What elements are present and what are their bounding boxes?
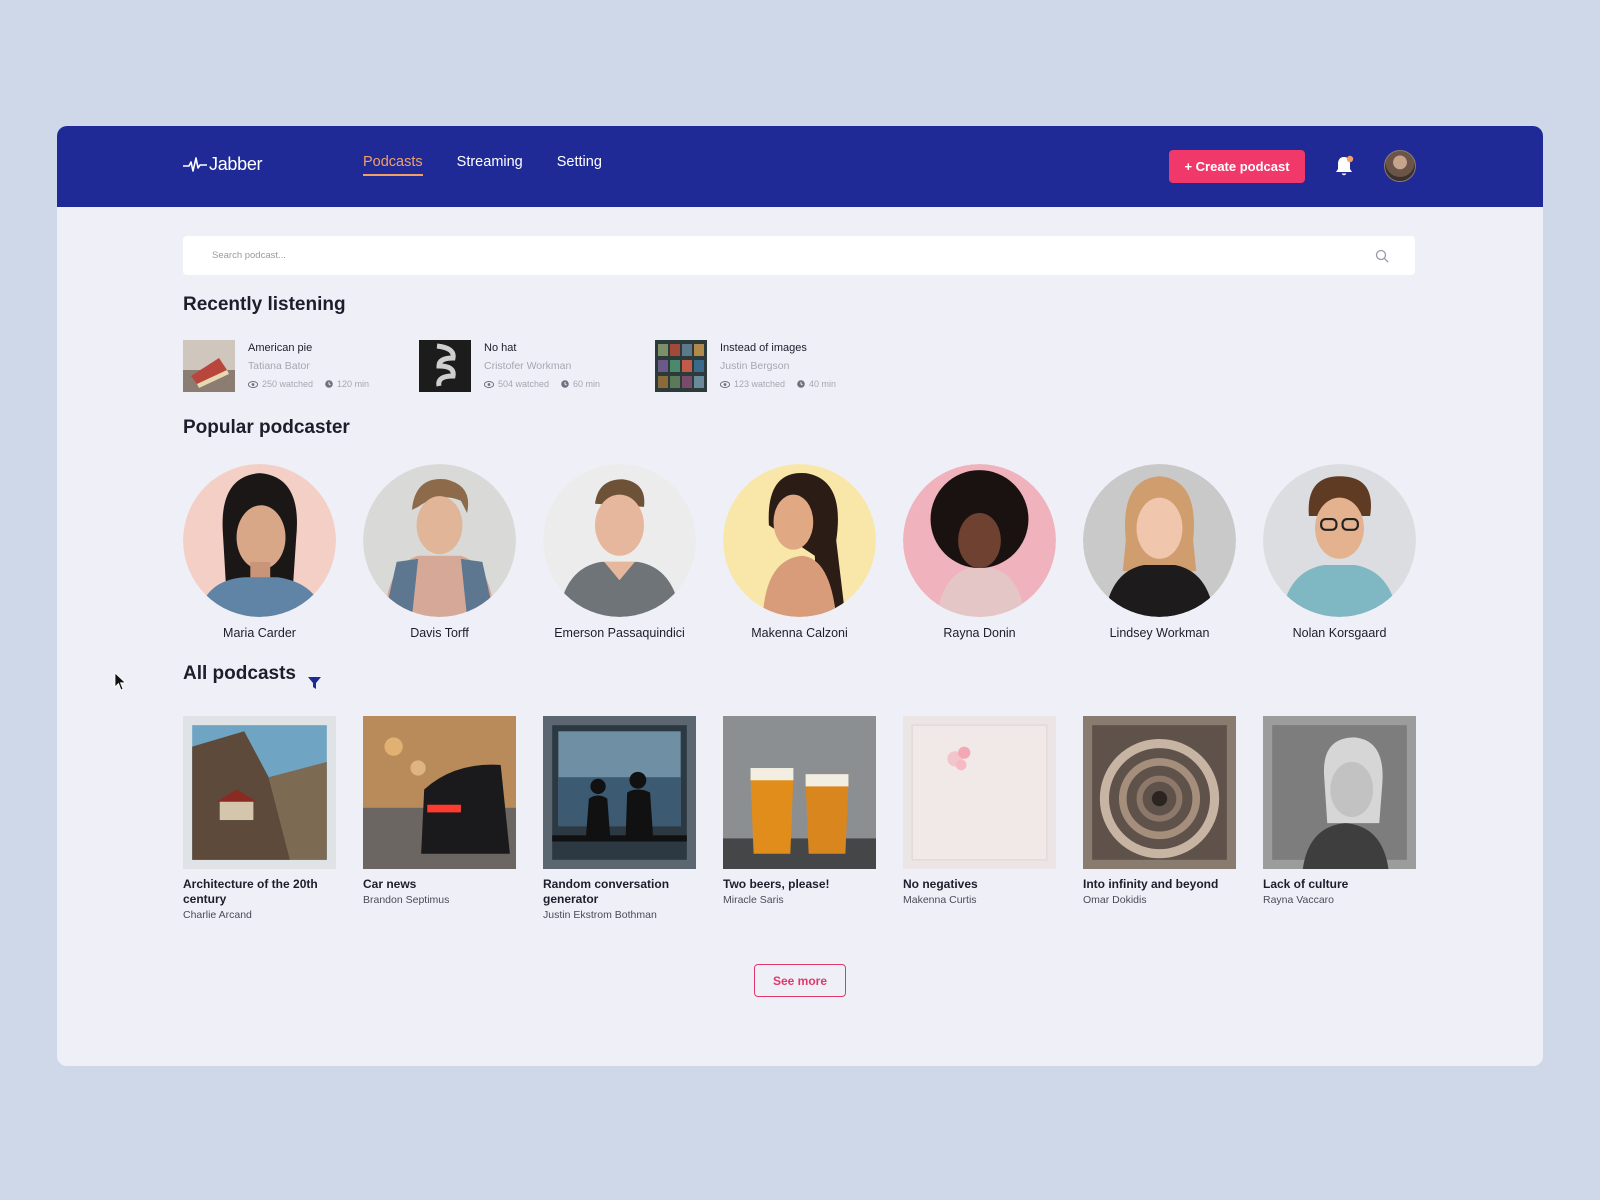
podcast-author: Rayna Vaccaro bbox=[1263, 894, 1335, 906]
popular-podcaster-heading: Popular podcaster bbox=[183, 417, 350, 438]
eye-icon bbox=[248, 380, 258, 388]
search-input[interactable] bbox=[183, 236, 1333, 275]
podcaster-card[interactable]: Rayna Donin bbox=[903, 464, 1056, 640]
recent-author: Justin Bergson bbox=[720, 360, 790, 372]
clock-icon bbox=[797, 380, 805, 388]
podcast-card[interactable]: Lack of culture Rayna Vaccaro bbox=[1263, 716, 1416, 921]
podcaster-photo bbox=[543, 464, 696, 617]
podcaster-card[interactable]: Lindsey Workman bbox=[1083, 464, 1236, 640]
podcast-cover bbox=[543, 716, 696, 869]
recent-title: American pie bbox=[248, 342, 313, 354]
podcaster-name: Maria Carder bbox=[223, 626, 296, 640]
mouse-pointer-icon bbox=[114, 672, 127, 691]
recent-list: American pie Tatiana Bator 250 watched 1… bbox=[183, 340, 891, 392]
podcast-title: Two beers, please! bbox=[723, 877, 830, 891]
podcast-author: Justin Ekstrom Bothman bbox=[543, 909, 657, 921]
podcast-card[interactable]: Random conversation generator Justin Eks… bbox=[543, 716, 696, 921]
filter-icon[interactable] bbox=[308, 676, 321, 690]
recent-item[interactable]: No hat Cristofer Workman 504 watched 60 … bbox=[419, 340, 655, 392]
podcaster-card[interactable]: Maria Carder bbox=[183, 464, 336, 640]
bell-icon[interactable] bbox=[1333, 154, 1355, 178]
podcaster-name: Makenna Calzoni bbox=[751, 626, 848, 640]
podcast-title: Into infinity and beyond bbox=[1083, 877, 1219, 891]
podcaster-card[interactable]: Nolan Korsgaard bbox=[1263, 464, 1416, 640]
recently-listening-heading: Recently listening bbox=[183, 294, 346, 315]
recent-item[interactable]: American pie Tatiana Bator 250 watched 1… bbox=[183, 340, 419, 392]
podcast-title: No negatives bbox=[903, 877, 978, 891]
top-navbar: Jabber Podcasts Streaming Setting + Crea… bbox=[57, 126, 1543, 207]
podcast-author: Makenna Curtis bbox=[903, 894, 977, 906]
podcast-card[interactable]: Into infinity and beyond Omar Dokidis bbox=[1083, 716, 1236, 921]
podcast-cover bbox=[183, 716, 336, 869]
podcaster-card[interactable]: Makenna Calzoni bbox=[723, 464, 876, 640]
waveform-logo-icon bbox=[183, 156, 207, 172]
podcast-title: Car news bbox=[363, 877, 417, 891]
brand-name: Jabber bbox=[209, 154, 263, 174]
podcaster-card[interactable]: Emerson Passaquindici bbox=[543, 464, 696, 640]
podcaster-card[interactable]: Davis Torff bbox=[363, 464, 516, 640]
podcast-card[interactable]: Two beers, please! Miracle Saris bbox=[723, 716, 876, 921]
clock-icon bbox=[561, 380, 569, 388]
recent-author: Tatiana Bator bbox=[248, 360, 310, 372]
recent-title: No hat bbox=[484, 342, 517, 354]
app-window: Jabber Podcasts Streaming Setting + Crea… bbox=[57, 126, 1543, 1066]
podcaster-photo bbox=[723, 464, 876, 617]
main-nav: Podcasts Streaming Setting bbox=[363, 154, 602, 176]
podcast-card[interactable]: Car news Brandon Septimus bbox=[363, 716, 516, 921]
podcaster-photo bbox=[183, 464, 336, 617]
podcast-card[interactable]: Architecture of the 20th century Charlie… bbox=[183, 716, 336, 921]
podcast-list: Architecture of the 20th century Charlie… bbox=[183, 716, 1416, 921]
podcast-title: Random conversation generator bbox=[543, 877, 670, 906]
podcast-cover bbox=[363, 716, 516, 869]
podcast-card[interactable]: No negatives Makenna Curtis bbox=[903, 716, 1056, 921]
recent-duration: 120 min bbox=[337, 379, 370, 389]
recent-item[interactable]: Instead of images Justin Bergson 123 wat… bbox=[655, 340, 891, 392]
recent-thumbnail bbox=[183, 340, 235, 392]
nav-tab-podcasts[interactable]: Podcasts bbox=[363, 154, 423, 176]
podcast-title: Architecture of the 20th century bbox=[183, 877, 318, 906]
search-icon[interactable] bbox=[1375, 249, 1389, 263]
recent-title: Instead of images bbox=[720, 342, 807, 354]
recent-watched: 123 watched bbox=[734, 379, 786, 389]
podcaster-photo bbox=[903, 464, 1056, 617]
recent-author: Cristofer Workman bbox=[484, 360, 572, 372]
podcaster-name: Emerson Passaquindici bbox=[554, 626, 685, 640]
podcast-cover bbox=[1083, 716, 1236, 869]
podcaster-name: Lindsey Workman bbox=[1109, 626, 1210, 640]
podcaster-name: Nolan Korsgaard bbox=[1292, 626, 1387, 640]
podcaster-list: Maria Carder Davis Torff Emerson Passaqu… bbox=[183, 464, 1416, 640]
podcast-author: Miracle Saris bbox=[723, 894, 784, 906]
recent-duration: 60 min bbox=[573, 379, 601, 389]
eye-icon bbox=[720, 380, 730, 388]
create-podcast-button[interactable]: + Create podcast bbox=[1169, 150, 1305, 183]
podcaster-name: Davis Torff bbox=[410, 626, 469, 640]
see-more-button[interactable]: See more bbox=[754, 964, 846, 997]
podcast-title: Lack of culture bbox=[1263, 877, 1349, 891]
podcaster-photo bbox=[1263, 464, 1416, 617]
podcast-cover bbox=[1263, 716, 1416, 869]
podcaster-name: Rayna Donin bbox=[943, 626, 1016, 640]
podcast-cover bbox=[903, 716, 1056, 869]
podcast-cover bbox=[723, 716, 876, 869]
podcast-author: Omar Dokidis bbox=[1083, 894, 1147, 906]
recent-watched: 250 watched bbox=[262, 379, 314, 389]
recent-duration: 40 min bbox=[809, 379, 837, 389]
brand-logo[interactable]: Jabber bbox=[183, 154, 263, 175]
nav-tab-setting[interactable]: Setting bbox=[557, 154, 602, 176]
podcaster-photo bbox=[1083, 464, 1236, 617]
podcast-author: Brandon Septimus bbox=[363, 894, 450, 906]
nav-tab-streaming[interactable]: Streaming bbox=[457, 154, 523, 176]
podcaster-photo bbox=[363, 464, 516, 617]
recent-thumbnail bbox=[419, 340, 471, 392]
recent-thumbnail bbox=[655, 340, 707, 392]
podcast-author: Charlie Arcand bbox=[183, 909, 252, 921]
eye-icon bbox=[484, 380, 494, 388]
user-avatar[interactable] bbox=[1384, 150, 1416, 182]
recent-watched: 504 watched bbox=[498, 379, 550, 389]
clock-icon bbox=[325, 380, 333, 388]
search-bar bbox=[183, 236, 1415, 275]
all-podcasts-heading: All podcasts bbox=[183, 663, 296, 684]
